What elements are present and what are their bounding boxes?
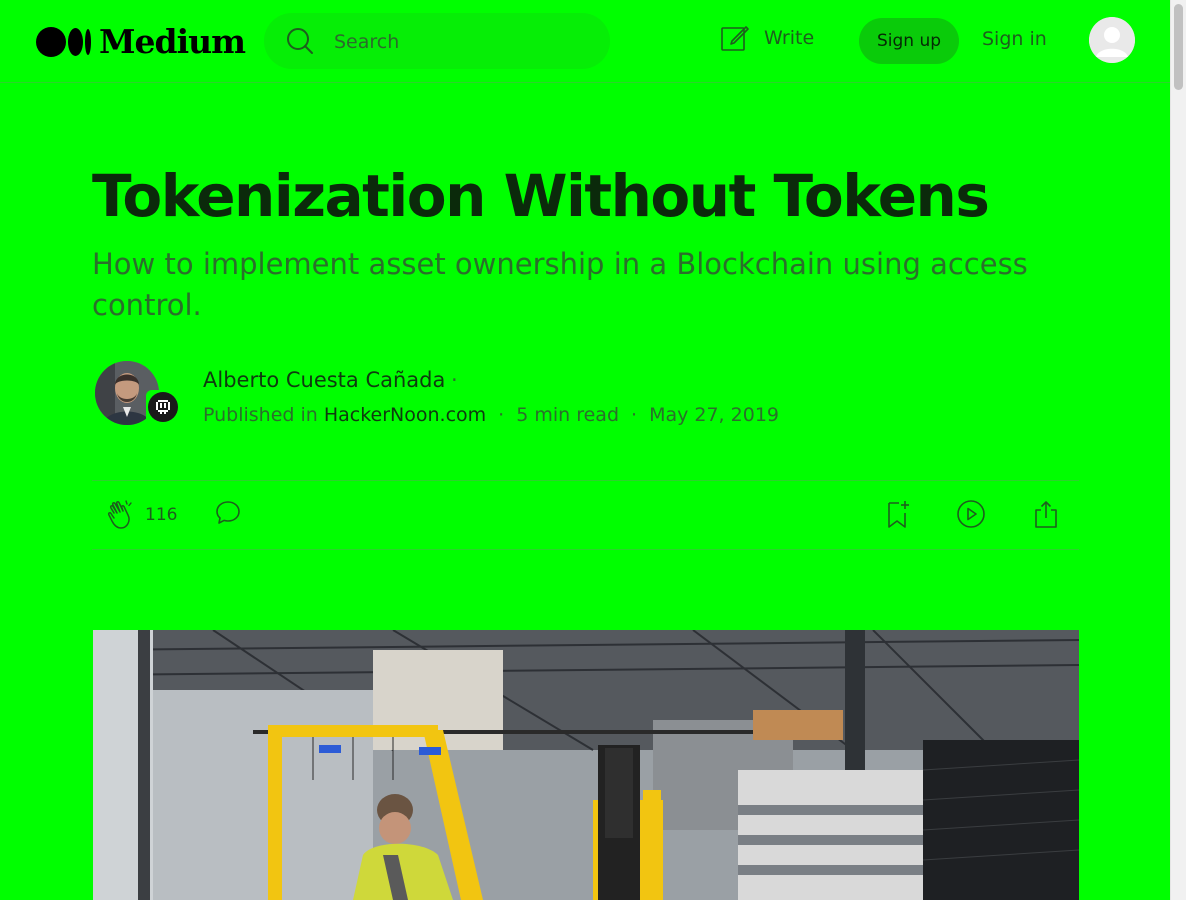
medium-logo-icon bbox=[36, 26, 91, 57]
separator-dot: · bbox=[498, 404, 505, 426]
author-name-link[interactable]: Alberto Cuesta Cañada bbox=[203, 368, 445, 392]
clap-icon bbox=[108, 500, 132, 529]
comment-button[interactable] bbox=[214, 499, 242, 531]
article-subtitle: How to implement asset ownership in a Bl… bbox=[92, 247, 1028, 322]
bookmark-icon bbox=[888, 501, 909, 528]
hero-image bbox=[93, 630, 1079, 900]
medium-logo[interactable]: Medium bbox=[36, 22, 246, 61]
separator-dot: · bbox=[631, 404, 638, 426]
share-icon bbox=[1035, 501, 1057, 528]
article-title: Tokenization Without Tokens bbox=[92, 162, 990, 230]
search-input[interactable] bbox=[332, 13, 596, 71]
signin-link[interactable]: Sign in bbox=[982, 28, 1047, 50]
scrollbar-thumb[interactable] bbox=[1174, 4, 1183, 90]
publication-link[interactable]: HackerNoon.com bbox=[324, 404, 486, 426]
avatar-icon bbox=[1089, 17, 1135, 63]
publication-badge[interactable] bbox=[146, 390, 180, 424]
read-time: 5 min read bbox=[516, 404, 620, 426]
play-icon bbox=[957, 500, 985, 528]
search-icon bbox=[287, 28, 313, 54]
clap-count: 116 bbox=[145, 505, 178, 525]
clap-button[interactable] bbox=[106, 499, 136, 535]
separator-dot: · bbox=[451, 368, 458, 392]
page-scrollbar[interactable] bbox=[1170, 0, 1186, 900]
bookmark-button[interactable] bbox=[885, 499, 911, 533]
comment-icon bbox=[216, 501, 240, 524]
listen-button[interactable] bbox=[956, 499, 986, 533]
avatar[interactable] bbox=[1089, 17, 1135, 63]
warehouse-forklift-photo bbox=[93, 630, 1079, 900]
write-icon bbox=[721, 26, 749, 51]
write-button[interactable]: Write bbox=[720, 23, 814, 53]
top-navbar: Medium Write Sign up Sign in bbox=[0, 0, 1171, 83]
share-button[interactable] bbox=[1032, 499, 1060, 533]
article-meta: Published in HackerNoon.com · 5 min read… bbox=[203, 404, 779, 426]
write-label: Write bbox=[764, 27, 815, 49]
signup-button[interactable]: Sign up bbox=[859, 18, 959, 64]
hackernoon-logo-icon bbox=[156, 400, 170, 414]
publish-date: May 27, 2019 bbox=[649, 404, 779, 426]
search-bar[interactable] bbox=[264, 13, 610, 71]
article-action-bar: 116 bbox=[92, 480, 1079, 550]
published-in-label: Published in bbox=[203, 404, 318, 426]
logo-text: Medium bbox=[99, 22, 246, 61]
